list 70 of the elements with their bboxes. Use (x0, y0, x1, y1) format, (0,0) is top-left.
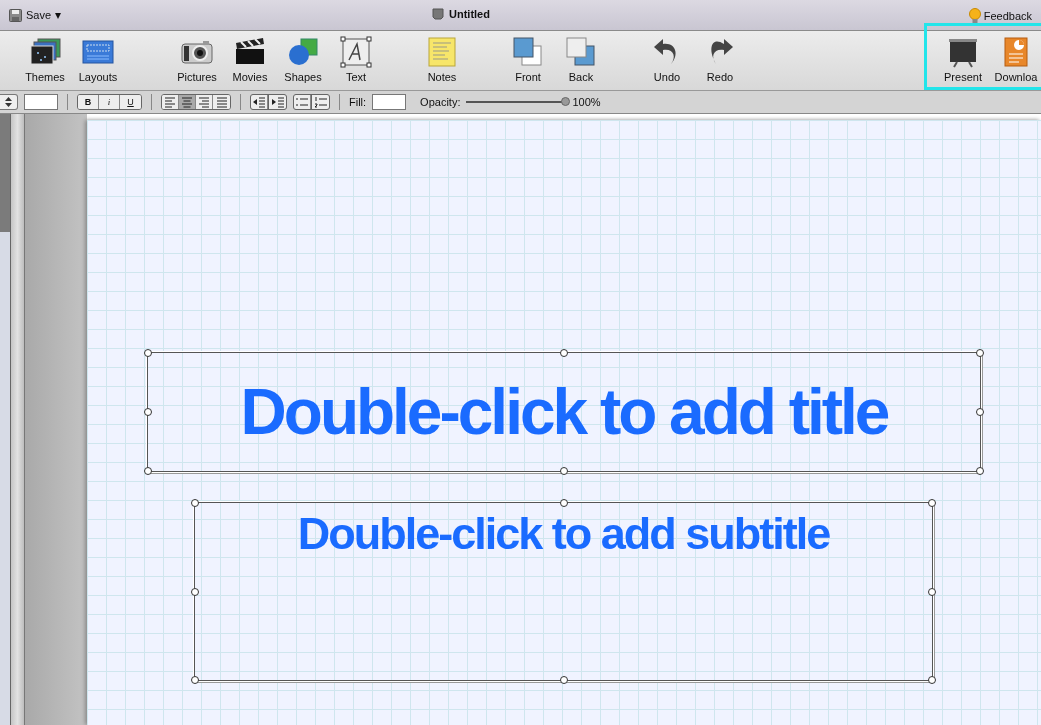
toolbar-button[interactable]: Themes (20, 31, 70, 83)
projector-screen-icon (947, 36, 979, 68)
opacity-value: 100% (572, 96, 601, 108)
resize-handle[interactable] (191, 676, 199, 684)
bring-front-icon (512, 36, 544, 68)
resize-handle[interactable] (144, 349, 152, 357)
resize-handle[interactable] (976, 408, 984, 416)
window-title: Untitled (449, 8, 490, 20)
shapes-icon (287, 36, 319, 68)
document-icon (432, 8, 444, 20)
resize-handle[interactable] (928, 499, 936, 507)
toolbar-button[interactable]: Shapes (278, 31, 328, 83)
resize-handle[interactable] (191, 499, 199, 507)
text-box-frame[interactable]: Double-click to add title (147, 352, 981, 472)
resize-handle[interactable] (559, 499, 568, 507)
list-button[interactable] (294, 95, 311, 109)
outdent-icon (252, 95, 266, 109)
toolbar-button[interactable]: Text (331, 31, 381, 83)
resize-handle[interactable] (560, 349, 568, 357)
align-button[interactable] (162, 95, 179, 109)
bullet-list-icon (295, 95, 309, 109)
resize-handle[interactable] (144, 467, 152, 475)
resize-handle[interactable] (976, 467, 984, 475)
resize-handle[interactable] (191, 587, 199, 596)
toolbar-button[interactable]: Front (503, 31, 553, 83)
numbered-list-icon (313, 95, 328, 109)
up-down-arrows-icon (5, 97, 12, 107)
text-frame-icon (340, 36, 372, 68)
save-button[interactable]: Save ▾ (9, 8, 62, 22)
feedback-button[interactable]: Feedback (968, 8, 1032, 24)
justify-icon (214, 95, 229, 109)
toolbar-button[interactable]: Notes (417, 31, 467, 83)
resize-handle[interactable] (559, 676, 568, 684)
resize-handle[interactable] (976, 349, 984, 357)
indent-button[interactable] (251, 95, 268, 109)
toolbar-button[interactable]: Back (556, 31, 606, 83)
resize-handle[interactable] (560, 467, 568, 475)
fill-field[interactable] (372, 94, 407, 110)
align-right-icon (197, 95, 211, 109)
opacity-label: Opacity: (420, 96, 461, 108)
align-button[interactable] (196, 95, 213, 109)
align-center-icon (180, 95, 194, 109)
subtitle-placeholder[interactable]: Double-click to add subtitle (297, 509, 830, 559)
opacity-slider[interactable] (466, 96, 567, 108)
list-button[interactable] (312, 95, 329, 109)
scroll-thumb[interactable] (0, 114, 10, 232)
align-button[interactable] (179, 95, 196, 109)
align-left-icon (163, 95, 177, 109)
size-field[interactable] (24, 94, 58, 110)
sticky-note-icon (426, 36, 458, 68)
toolbar-button[interactable]: Redo (695, 31, 745, 83)
indent-button[interactable] (269, 95, 286, 109)
scroll-bar[interactable] (0, 114, 11, 725)
resize-handle[interactable] (144, 408, 152, 416)
indent-icon (270, 95, 285, 109)
resize-handle[interactable] (928, 587, 936, 596)
fill-label: Fill: (349, 96, 367, 108)
lightbulb-icon (968, 8, 981, 24)
title-placeholder[interactable]: Double-click to add title (240, 377, 888, 447)
toolbar-button[interactable]: Undo (642, 31, 692, 83)
send-back-icon (565, 36, 597, 68)
toolbar-button[interactable]: Downloa (991, 31, 1041, 83)
toolbar-button[interactable]: Present (938, 31, 988, 83)
text-box-frame[interactable]: Double-click to add subtitle (194, 502, 933, 681)
stepper-button[interactable] (0, 94, 18, 110)
toolbar-button[interactable]: Layouts (73, 31, 123, 83)
toolbar-button[interactable]: Pictures (172, 31, 222, 83)
resize-handle[interactable] (928, 676, 936, 684)
style-button[interactable]: B (78, 95, 99, 109)
toolbar-button[interactable]: Movies (225, 31, 275, 83)
